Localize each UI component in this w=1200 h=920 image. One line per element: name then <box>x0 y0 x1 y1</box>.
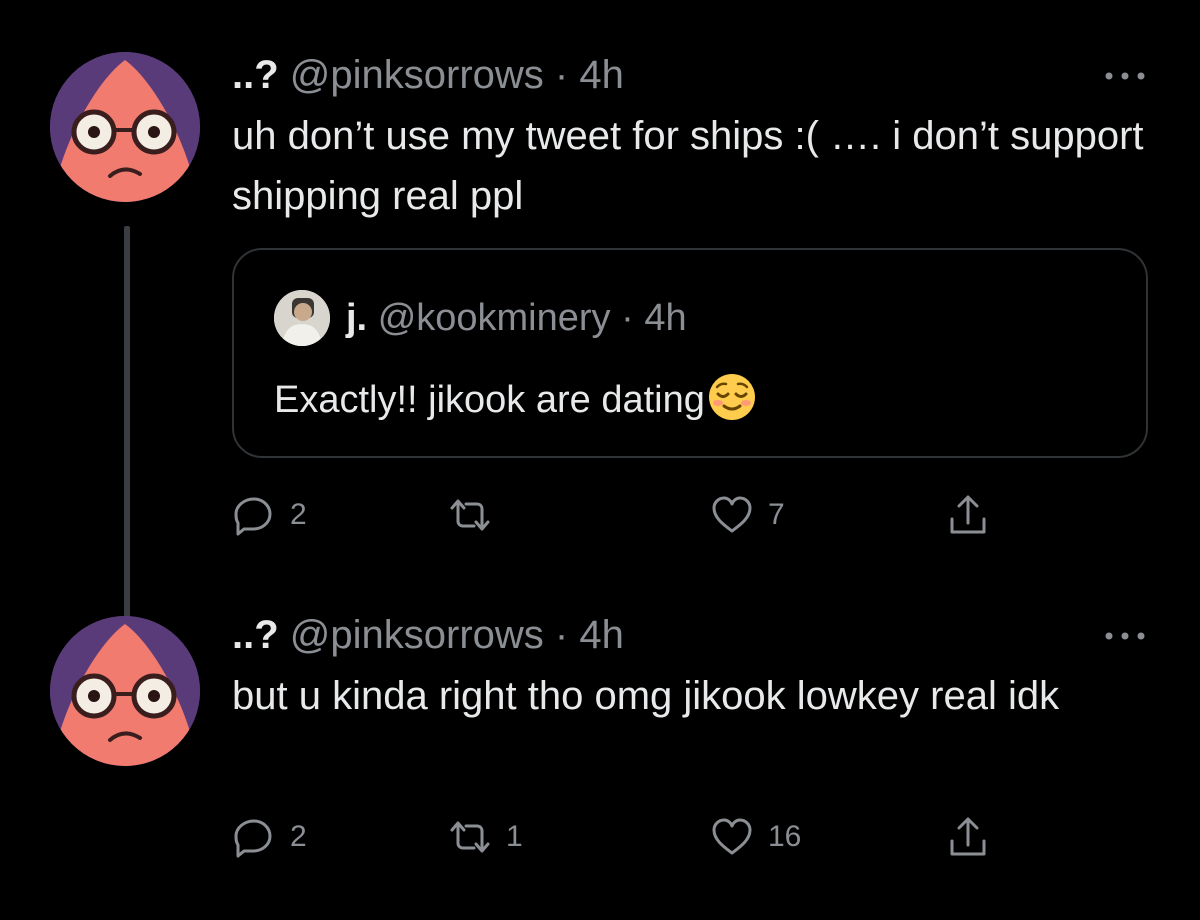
quote-user-handle[interactable]: @kookminery <box>378 297 611 339</box>
quote-display-name[interactable]: j. <box>346 297 367 339</box>
more-horizontal-icon[interactable] <box>1100 66 1150 86</box>
heart-icon <box>712 496 752 533</box>
tweet-text: but u kinda right tho omg jikook lowkey … <box>232 674 1060 718</box>
quote-text-line: Exactly!! jikook are dating <box>274 372 757 427</box>
like-count: 16 <box>768 820 802 853</box>
display-name[interactable]: ..? <box>232 53 279 97</box>
reply-icon <box>234 819 272 858</box>
retweet-icon <box>450 821 490 853</box>
timestamp[interactable]: 4h <box>579 53 624 97</box>
share-button[interactable] <box>946 490 990 540</box>
like-count: 7 <box>768 498 785 531</box>
timestamp[interactable]: 4h <box>579 613 624 657</box>
user-handle[interactable]: @pinksorrows <box>290 613 544 657</box>
share-button[interactable] <box>946 812 990 862</box>
share-icon <box>950 817 986 856</box>
thread-connector-line <box>124 226 130 646</box>
heart-icon <box>712 818 752 855</box>
share-icon <box>950 495 986 534</box>
avatar[interactable] <box>50 52 200 202</box>
tweet-text: uh don’t use my tweet for ships :( …. i … <box>232 114 1144 218</box>
more-horizontal-icon[interactable] <box>1100 626 1150 646</box>
reply-button[interactable]: 2 <box>232 812 307 862</box>
reply-count: 2 <box>290 498 307 531</box>
tweet-header: ..? @pinksorrows · 4h <box>232 610 624 660</box>
patrick-avatar-image <box>50 616 200 766</box>
quote-header: j. @kookminery · 4h <box>346 294 687 342</box>
quote-avatar-image <box>274 290 330 346</box>
retweet-button[interactable]: 1 <box>448 812 523 862</box>
retweet-count: 1 <box>506 820 523 853</box>
tweet[interactable]: ..? @pinksorrows · 4h but u kinda right … <box>0 600 1200 900</box>
reply-button[interactable]: 2 <box>232 490 307 540</box>
patrick-avatar-image <box>50 52 200 202</box>
like-button[interactable]: 16 <box>710 812 801 862</box>
separator-dot: · <box>610 297 645 339</box>
user-handle[interactable]: @pinksorrows <box>290 53 544 97</box>
relieved-face-emoji-icon <box>707 372 757 422</box>
retweet-button[interactable] <box>448 490 506 540</box>
avatar[interactable] <box>50 616 200 766</box>
reply-icon <box>234 497 272 536</box>
like-button[interactable]: 7 <box>710 490 785 540</box>
quote-text: Exactly!! jikook are dating <box>274 379 705 421</box>
separator-dot: · <box>543 613 580 657</box>
tweet-header: ..? @pinksorrows · 4h <box>232 50 624 100</box>
reply-count: 2 <box>290 820 307 853</box>
display-name[interactable]: ..? <box>232 613 279 657</box>
quote-avatar[interactable] <box>274 290 330 346</box>
quote-timestamp[interactable]: 4h <box>644 297 686 339</box>
quoted-tweet[interactable]: j. @kookminery · 4h Exactly!! jikook are… <box>232 248 1148 458</box>
tweet[interactable]: ..? @pinksorrows · 4h uh don’t use my tw… <box>0 40 1200 646</box>
separator-dot: · <box>543 53 580 97</box>
retweet-icon <box>450 499 490 531</box>
tweet-actions-bar: 2 7 <box>232 490 1032 540</box>
tweet-actions-bar: 2 1 16 <box>232 812 1032 862</box>
